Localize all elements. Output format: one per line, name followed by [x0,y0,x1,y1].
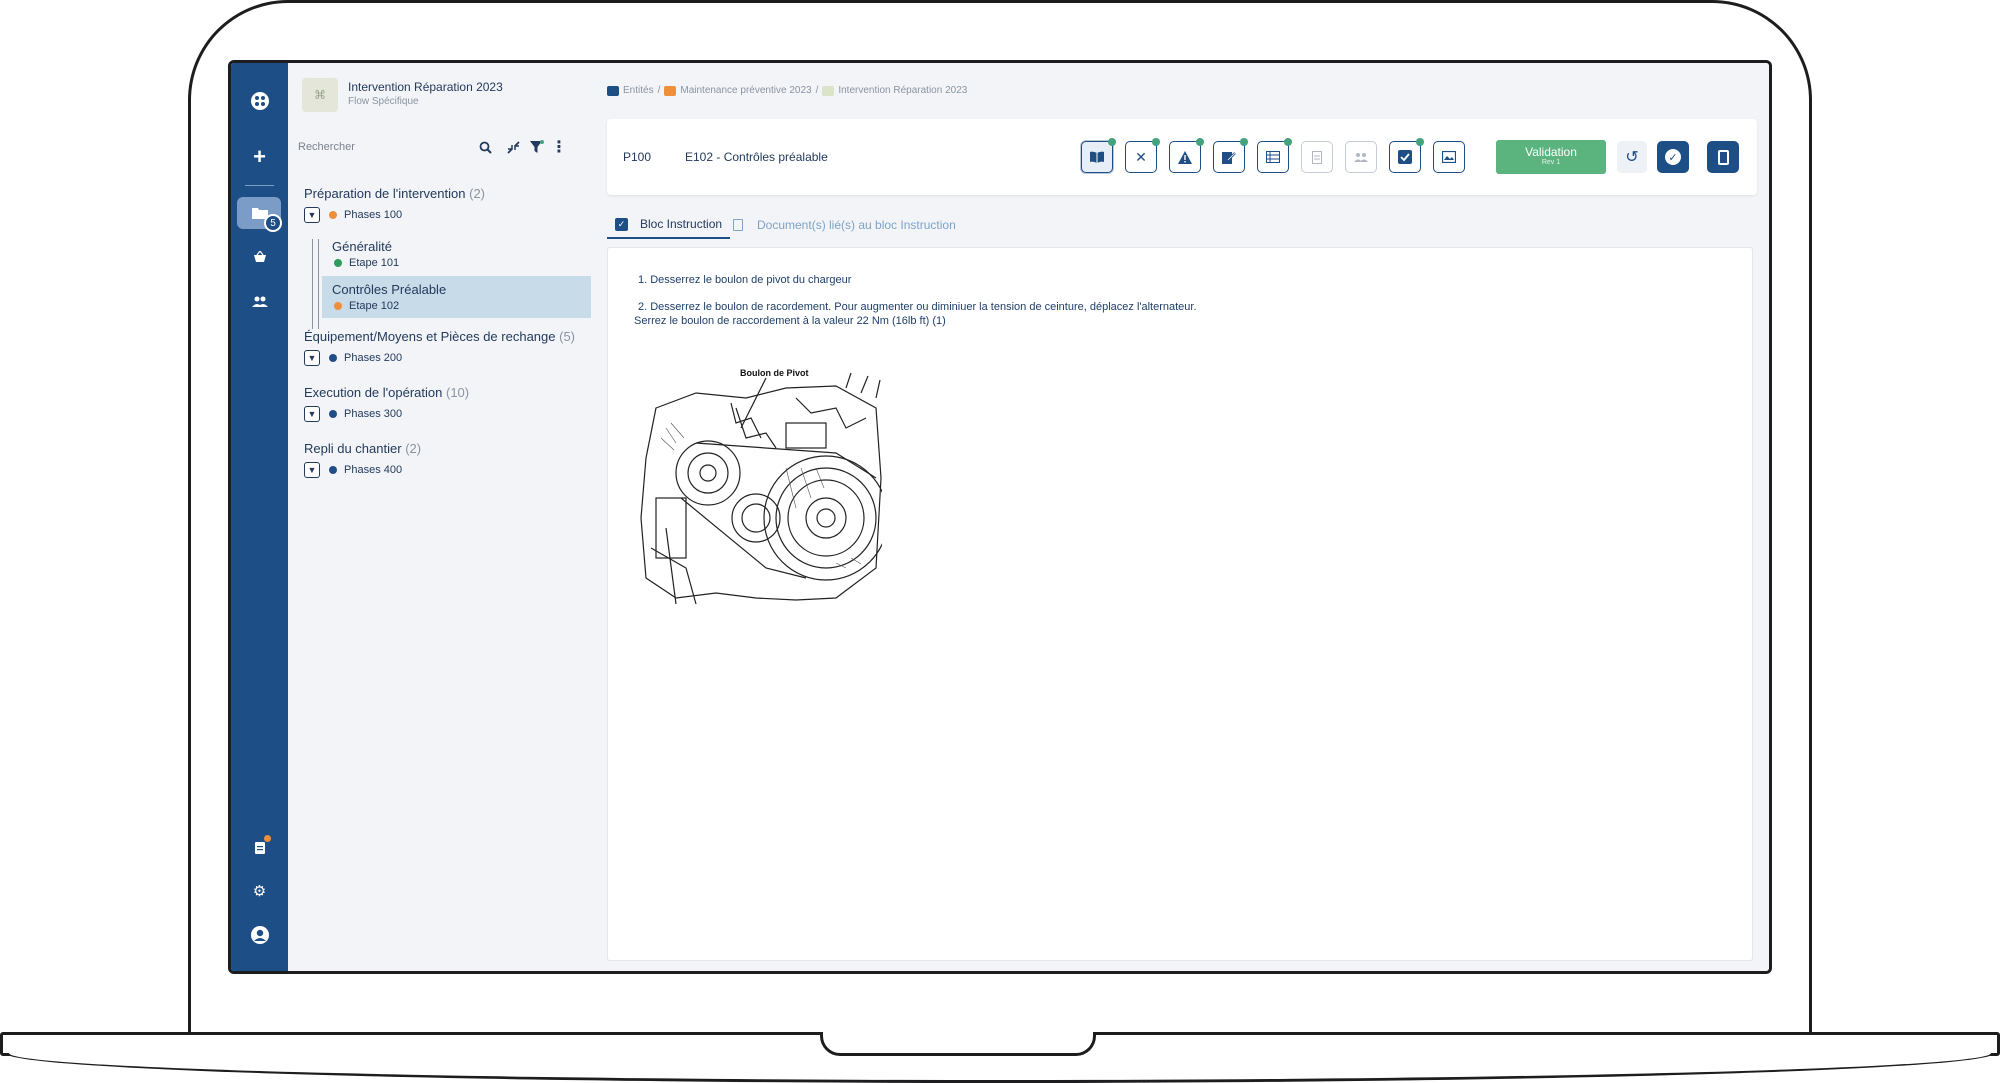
validation-button[interactable]: Validation Rev 1 [1496,140,1606,174]
instruction-line: Serrez le boulon de raccordement à la va… [634,315,946,327]
folder-icon [607,85,619,96]
undo-button[interactable]: ↺ [1617,141,1647,173]
flow-icon [822,85,835,96]
form-edit-button[interactable] [1213,138,1248,173]
status-dot [329,410,337,418]
table-button[interactable] [1257,138,1292,173]
app-screen: + 5 ⚙ ⌘ Intervention Réparation 2023 Flo… [228,60,1772,974]
tree-connector [312,239,313,329]
engine-drawing [640,372,889,605]
folder-icon [664,85,677,96]
document-button[interactable] [1301,141,1333,173]
basket-icon[interactable] [231,241,288,273]
users-icon[interactable] [231,285,288,317]
tree-group-title[interactable]: Repli du chantier (2) [304,441,421,456]
folder-count-badge: 5 [264,214,282,232]
breadcrumb-item[interactable]: Maintenance préventive 2023 [680,85,811,96]
flow-subtitle: Flow Spécifique [348,96,419,107]
confirm-button[interactable]: ✓ [1657,141,1689,173]
search-input[interactable]: Rechercher [298,135,498,159]
document-icon [733,219,743,231]
checklist-button[interactable] [1389,138,1424,173]
breadcrumb-item[interactable]: Entités [623,85,654,96]
tree-panel: ⌘ Intervention Réparation 2023 Flow Spéc… [288,63,591,971]
tablet-view-button[interactable] [1707,141,1739,173]
phase-code: P100 [623,150,652,164]
search-placeholder: Rechercher [298,141,355,153]
clipboard-icon[interactable] [231,831,288,863]
image-button[interactable] [1433,141,1465,173]
search-icon[interactable] [474,135,496,159]
tab-bloc-instruction[interactable]: ✓ Bloc Instruction [607,211,731,239]
chevron-down-icon[interactable]: ▼ [304,406,320,422]
tree-connector [318,239,319,329]
laptop-mockup: + 5 ⚙ ⌘ Intervention Réparation 2023 Flo… [0,0,2000,1083]
engine-diagram-image: Boulon de Pivot [636,368,889,605]
laptop-notch [820,1032,1096,1056]
content-tabs: ✓ Bloc Instruction Document(s) lié(s) au… [607,211,1757,241]
flow-thumbnail-icon: ⌘ [302,78,338,112]
collapse-icon[interactable] [502,135,524,159]
tablet-icon [1717,149,1729,165]
breadcrumb-item[interactable]: Intervention Réparation 2023 [838,85,967,96]
chevron-down-icon[interactable]: ▼ [304,207,320,223]
tree-group-title[interactable]: Équipement/Moyens et Pièces de rechange … [304,329,575,344]
chevron-down-icon[interactable]: ▼ [304,350,320,366]
gear-icon[interactable]: ⚙ [231,875,288,907]
status-dot [329,354,337,362]
rail-divider [245,185,274,186]
team-button[interactable] [1345,141,1377,173]
account-icon[interactable] [231,919,288,951]
status-dot [329,211,337,219]
tree-group-phase: ▼ Phases 200 [304,349,402,367]
instruction-line: 2. Desserrez le boulon de racordement. P… [638,301,1197,313]
tree-group-phase: ▼ Phases 300 [304,405,402,423]
tree-group-title[interactable]: Préparation de l'intervention (2) [304,186,485,201]
tools-button[interactable]: ✕ [1125,138,1160,173]
instruction-book-button[interactable] [1081,138,1116,173]
status-dot [334,302,342,310]
breadcrumb: Entités / Maintenance préventive 2023 / … [607,85,967,96]
checkbox-icon: ✓ [615,217,628,231]
nav-rail: + 5 ⚙ [231,63,288,971]
instruction-line: 1. Desserrez le boulon de pivot du charg… [638,274,852,286]
laptop-base-curve [6,1053,1994,1083]
instruction-content: 1. Desserrez le boulon de pivot du charg… [607,247,1753,961]
check-circle-icon: ✓ [1665,149,1681,165]
flow-header[interactable]: ⌘ Intervention Réparation 2023 Flow Spéc… [302,76,582,116]
tree-group-phase: ▼ Phases 400 [304,461,402,479]
plus-icon[interactable]: + [231,141,288,173]
tree-step-item[interactable]: Généralité Etape 101 [322,233,591,275]
figure-label: Boulon de Pivot [740,368,809,378]
tab-linked-documents[interactable]: Document(s) lié(s) au bloc Instruction [733,211,956,239]
step-header-bar: P100 E102 - Contrôles préalable ✕ Valida… [607,119,1757,195]
filter-icon[interactable] [526,135,548,159]
chevron-down-icon[interactable]: ▼ [304,462,320,478]
warning-button[interactable] [1169,138,1204,173]
status-dot [334,259,342,267]
more-vertical-icon[interactable]: ⋮ [548,135,570,159]
flow-title: Intervention Réparation 2023 [348,80,503,94]
undo-icon: ↺ [1625,149,1639,166]
notification-dot [264,835,271,842]
main-area: Entités / Maintenance préventive 2023 / … [591,63,1769,971]
apps-icon[interactable] [231,85,288,117]
step-title: E102 - Contrôles préalable [685,150,828,164]
status-dot [329,466,337,474]
tree-step-item-active[interactable]: Contrôles Préalable Etape 102 [322,276,591,318]
tree-group-title[interactable]: Execution de l'opération (10) [304,385,469,400]
tree-group-phase: ▼ Phases 100 [304,206,402,224]
